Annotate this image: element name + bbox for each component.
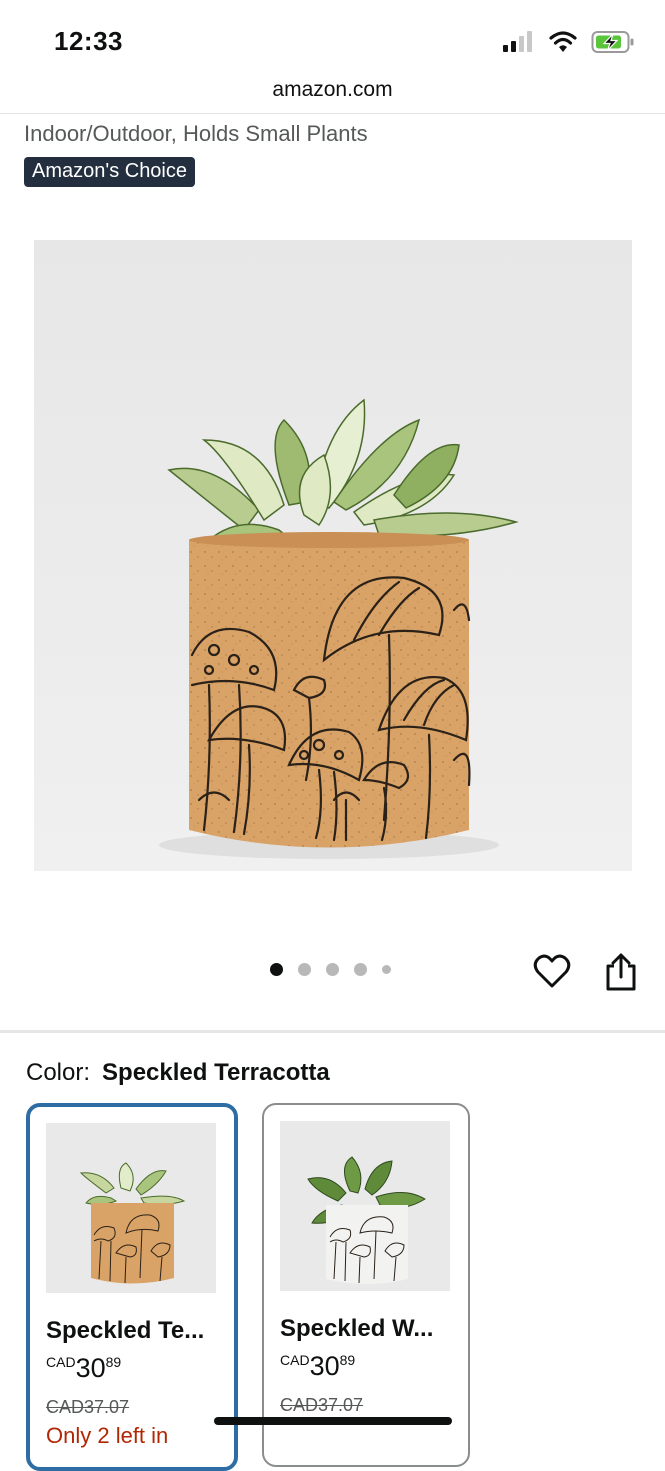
swatch-price: CAD3089 — [46, 1353, 121, 1384]
url-text: amazon.com — [272, 78, 393, 101]
planter-illustration — [159, 398, 519, 859]
section-divider — [0, 1030, 665, 1033]
color-selector-heading: Color: Speckled Terracotta — [26, 1059, 330, 1087]
page-dot[interactable] — [298, 963, 311, 976]
stock-warning: Only 2 left in — [46, 1423, 169, 1448]
heart-icon[interactable] — [532, 952, 572, 992]
color-label: Color: — [26, 1059, 91, 1086]
price-fraction: 89 — [339, 1352, 356, 1368]
swatch-image — [280, 1121, 450, 1291]
battery-charging-icon — [591, 31, 634, 53]
wifi-icon — [549, 31, 577, 52]
status-time: 12:33 — [54, 26, 123, 56]
page-dot[interactable] — [326, 963, 339, 976]
url-divider — [0, 113, 665, 114]
page-dot[interactable] — [354, 963, 367, 976]
cellular-signal-icon — [503, 31, 532, 52]
swatch-name: Speckled Te... — [46, 1317, 205, 1344]
home-indicator[interactable] — [214, 1417, 452, 1425]
price-currency: CAD — [280, 1352, 310, 1368]
product-title-line: Indoor/Outdoor, Holds Small Plants — [24, 121, 368, 146]
address-bar[interactable]: amazon.com — [0, 78, 665, 114]
swatch-name: Speckled W... — [280, 1315, 434, 1342]
price-fraction: 89 — [105, 1354, 122, 1370]
amazons-choice-badge: Amazon's Choice — [24, 157, 195, 187]
status-bar: 12:33 — [0, 0, 665, 80]
product-image[interactable] — [34, 240, 632, 871]
list-price: CAD37.07 — [46, 1397, 130, 1417]
share-icon[interactable] — [603, 952, 639, 992]
status-icons — [503, 30, 635, 54]
price-whole: 30 — [75, 1353, 106, 1383]
list-price: CAD37.07 — [280, 1395, 364, 1415]
page-dot[interactable] — [270, 963, 283, 976]
price-currency: CAD — [46, 1354, 76, 1370]
swatch-image — [46, 1123, 216, 1293]
selected-color: Speckled Terracotta — [102, 1059, 330, 1086]
image-pagination[interactable] — [270, 963, 391, 976]
swatch-price: CAD3089 — [280, 1351, 355, 1382]
page-dot[interactable] — [382, 965, 391, 974]
color-option-speckled-white[interactable]: Speckled W... CAD3089 CAD37.07 — [262, 1103, 470, 1467]
color-option-speckled-terracotta[interactable]: Speckled Te... CAD3089 CAD37.07 Only 2 l… — [26, 1103, 238, 1471]
price-whole: 30 — [309, 1351, 340, 1381]
